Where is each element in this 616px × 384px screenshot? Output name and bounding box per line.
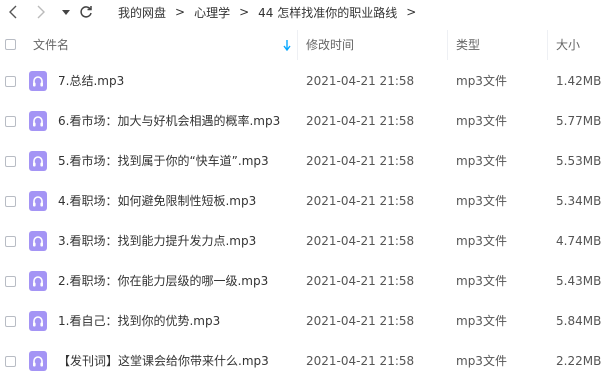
file-type: mp3文件: [456, 154, 507, 168]
refresh-icon: [80, 6, 92, 18]
breadcrumb-item-psychology[interactable]: 心理学: [194, 4, 230, 21]
file-size: 1.42MB: [556, 74, 602, 88]
file-name[interactable]: 【发刊词】这堂课会给你带来什么.mp3: [58, 352, 269, 370]
history-dropdown-button[interactable]: [56, 2, 76, 22]
row-checkbox[interactable]: [5, 236, 16, 247]
file-size: 5.53MB: [556, 154, 602, 168]
audio-file-icon: [29, 351, 47, 371]
file-size: 2.22MB: [556, 354, 602, 368]
file-type: mp3文件: [456, 74, 507, 88]
file-size: 5.43MB: [556, 274, 602, 288]
file-name[interactable]: 3.看职场：找到能力提升发力点.mp3: [58, 232, 256, 250]
column-header-time[interactable]: 修改时间: [306, 33, 354, 57]
file-type: mp3文件: [456, 314, 507, 328]
file-modified-time: 2021-04-21 21:58: [306, 314, 415, 328]
file-name[interactable]: 1.看自己：找到你的优势.mp3: [58, 312, 220, 330]
file-row[interactable]: 5.看市场：找到属于你的“快车道”.mp3 2021-04-21 21:58 m…: [0, 141, 616, 181]
file-row[interactable]: 2.看职场：你在能力层级的哪一级.mp3 2021-04-21 21:58 mp…: [0, 261, 616, 301]
file-modified-time: 2021-04-21 21:58: [306, 234, 415, 248]
file-row[interactable]: 【发刊词】这堂课会给你带来什么.mp3 2021-04-21 21:58 mp3…: [0, 341, 616, 381]
row-checkbox[interactable]: [5, 276, 16, 287]
file-row[interactable]: 1.看自己：找到你的优势.mp3 2021-04-21 21:58 mp3文件 …: [0, 301, 616, 341]
file-row[interactable]: 7.总结.mp3 2021-04-21 21:58 mp3文件 1.42MB: [0, 61, 616, 101]
file-type: mp3文件: [456, 354, 507, 368]
audio-file-icon: [29, 191, 47, 211]
file-size: 4.74MB: [556, 234, 602, 248]
file-modified-time: 2021-04-21 21:58: [306, 274, 415, 288]
row-checkbox[interactable]: [5, 196, 16, 207]
breadcrumb-item-current-folder[interactable]: 44 怎样找准你的职业路线: [258, 4, 397, 21]
forward-icon: [37, 5, 45, 19]
column-divider[interactable]: [297, 30, 298, 60]
file-modified-time: 2021-04-21 21:58: [306, 114, 415, 128]
file-type: mp3文件: [456, 194, 507, 208]
file-modified-time: 2021-04-21 21:58: [306, 354, 415, 368]
breadcrumb-separator: >: [175, 5, 186, 19]
file-name[interactable]: 7.总结.mp3: [58, 72, 124, 90]
file-list-header: 文件名 修改时间 类型 大小: [0, 33, 616, 57]
row-checkbox[interactable]: [5, 156, 16, 167]
file-type: mp3文件: [456, 274, 507, 288]
column-header-name[interactable]: 文件名: [33, 33, 69, 57]
breadcrumb-separator: >: [239, 5, 250, 19]
column-header-size[interactable]: 大小: [556, 33, 580, 57]
file-size: 5.77MB: [556, 114, 602, 128]
file-modified-time: 2021-04-21 21:58: [306, 194, 415, 208]
breadcrumb-separator: >: [406, 5, 417, 19]
audio-file-icon: [29, 311, 47, 331]
file-modified-time: 2021-04-21 21:58: [306, 74, 415, 88]
file-name[interactable]: 2.看职场：你在能力层级的哪一级.mp3: [58, 272, 268, 290]
file-type: mp3文件: [456, 114, 507, 128]
audio-file-icon: [29, 151, 47, 171]
audio-file-icon: [29, 71, 47, 91]
audio-file-icon: [29, 111, 47, 131]
toolbar: 我的网盘 > 心理学 > 44 怎样找准你的职业路线 >: [0, 0, 616, 24]
row-checkbox[interactable]: [5, 76, 16, 87]
sort-down-arrow-icon[interactable]: [283, 33, 291, 57]
file-modified-time: 2021-04-21 21:58: [306, 154, 415, 168]
breadcrumb-item-my-drive[interactable]: 我的网盘: [118, 4, 166, 21]
file-size: 5.84MB: [556, 314, 602, 328]
select-all-checkbox[interactable]: [5, 39, 16, 50]
file-type: mp3文件: [456, 234, 507, 248]
file-row[interactable]: 3.看职场：找到能力提升发力点.mp3 2021-04-21 21:58 mp3…: [0, 221, 616, 261]
file-name[interactable]: 5.看市场：找到属于你的“快车道”.mp3: [58, 152, 269, 170]
dropdown-arrow-icon: [62, 9, 70, 15]
refresh-button[interactable]: [76, 2, 96, 22]
back-button[interactable]: [3, 2, 23, 22]
row-checkbox[interactable]: [5, 316, 16, 327]
column-header-type[interactable]: 类型: [456, 33, 480, 57]
file-size: 5.34MB: [556, 194, 602, 208]
file-name[interactable]: 6.看市场：加大与好机会相遇的概率.mp3: [58, 112, 280, 130]
file-row[interactable]: 4.看职场：如何避免限制性短板.mp3 2021-04-21 21:58 mp3…: [0, 181, 616, 221]
row-checkbox[interactable]: [5, 356, 16, 367]
row-checkbox[interactable]: [5, 116, 16, 127]
column-divider[interactable]: [447, 30, 448, 60]
forward-button[interactable]: [31, 2, 51, 22]
column-divider[interactable]: [547, 30, 548, 60]
audio-file-icon: [29, 231, 47, 251]
audio-file-icon: [29, 271, 47, 291]
file-name[interactable]: 4.看职场：如何避免限制性短板.mp3: [58, 192, 256, 210]
breadcrumb: 我的网盘 > 心理学 > 44 怎样找准你的职业路线 >: [118, 3, 425, 21]
back-icon: [9, 5, 17, 19]
file-row[interactable]: 6.看市场：加大与好机会相遇的概率.mp3 2021-04-21 21:58 m…: [0, 101, 616, 141]
